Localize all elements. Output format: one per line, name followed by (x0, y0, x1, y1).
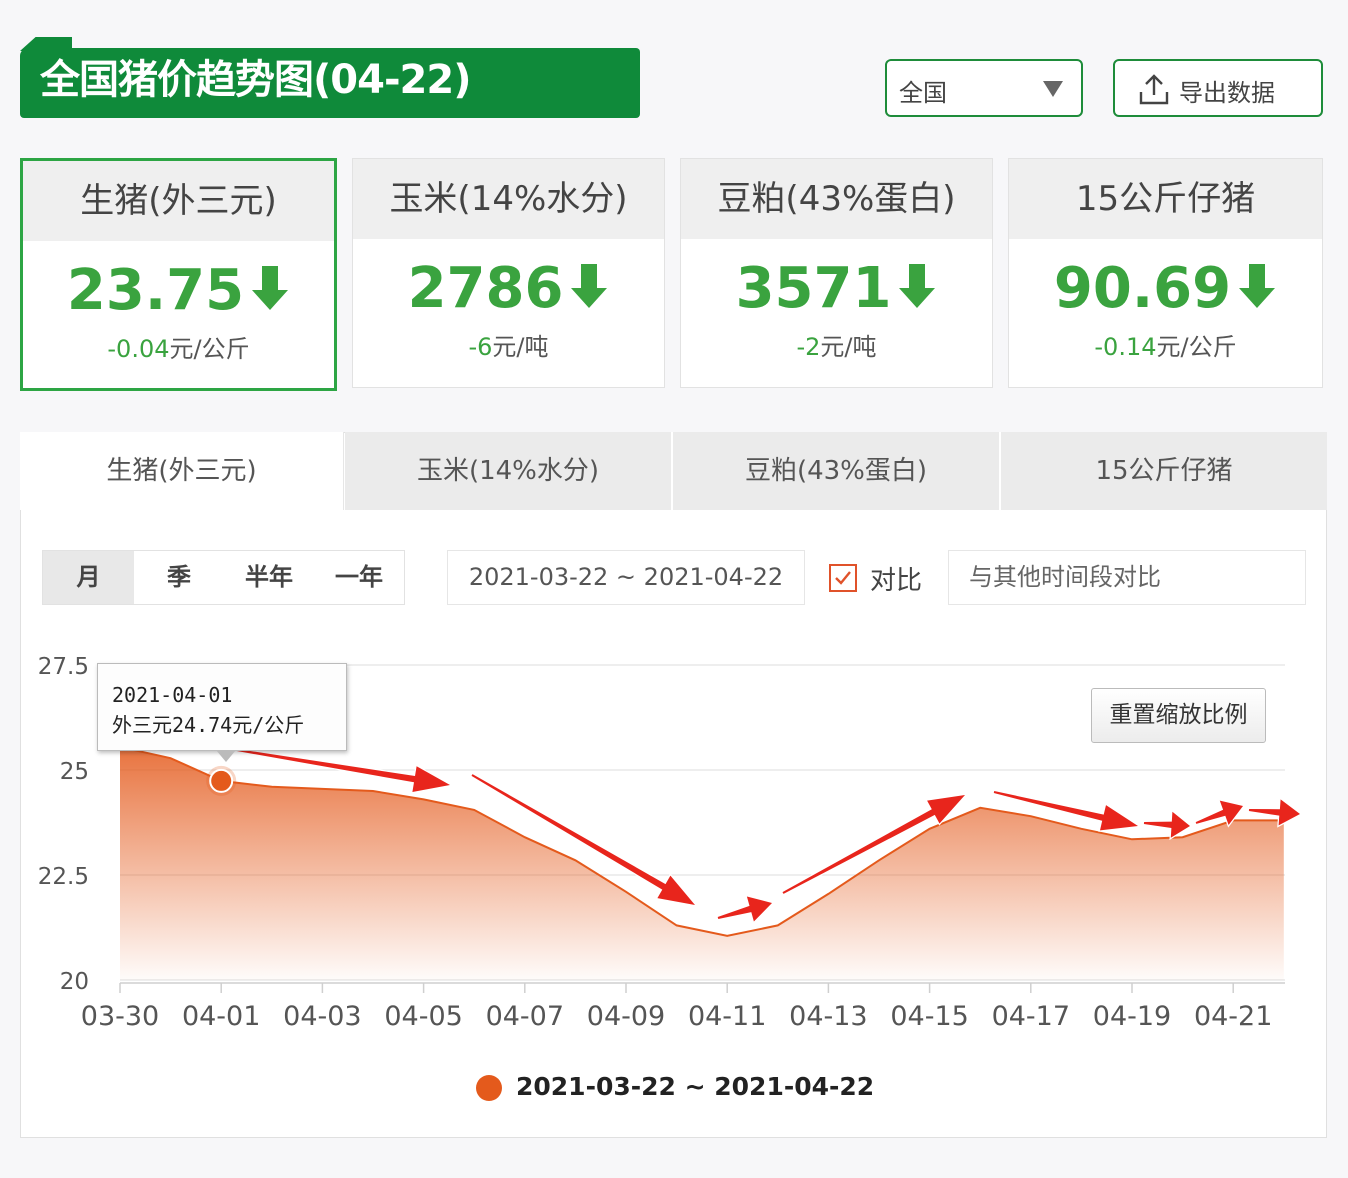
y-tick-label: 27.5 (38, 654, 89, 680)
x-tick-label: 04-09 (587, 1001, 665, 1032)
x-tick-label: 04-05 (384, 1001, 462, 1032)
tooltip-date: 2021-04-01 (112, 680, 346, 710)
reset-zoom-button[interactable]: 重置缩放比例 (1091, 688, 1266, 743)
x-tick-label: 04-01 (182, 1001, 260, 1032)
y-tick-label: 20 (60, 969, 89, 995)
y-tick-label: 22.5 (38, 864, 89, 890)
tooltip-pointer (216, 750, 236, 762)
legend-label: 2021-03-22 ~ 2021-04-22 (516, 1072, 874, 1101)
tooltip-value: 外三元24.74元/公斤 (112, 710, 346, 740)
x-tick-label: 03-30 (81, 1001, 159, 1032)
x-tick-label: 04-17 (992, 1001, 1070, 1032)
highlight-point (210, 770, 232, 792)
price-trend-chart: 20 22.5 25 27.5 03-30 04-01 04-03 04-05 04-07 04-… (0, 0, 1348, 1178)
x-tick-label: 04-03 (283, 1001, 361, 1032)
y-tick-label: 25 (60, 759, 89, 785)
x-tick-label: 04-11 (688, 1001, 766, 1032)
x-tick-label: 04-15 (890, 1001, 968, 1032)
x-tick-label: 04-21 (1194, 1001, 1272, 1032)
annotation-arrow (718, 897, 772, 922)
chart-tooltip: 2021-04-01 外三元24.74元/公斤 (97, 663, 347, 751)
legend-swatch (476, 1075, 502, 1101)
x-tick-label: 04-19 (1093, 1001, 1171, 1032)
x-tick-label: 04-13 (789, 1001, 867, 1032)
x-tick-label: 04-07 (486, 1001, 564, 1032)
annotation-arrow (1144, 812, 1190, 838)
series-area (120, 747, 1284, 980)
